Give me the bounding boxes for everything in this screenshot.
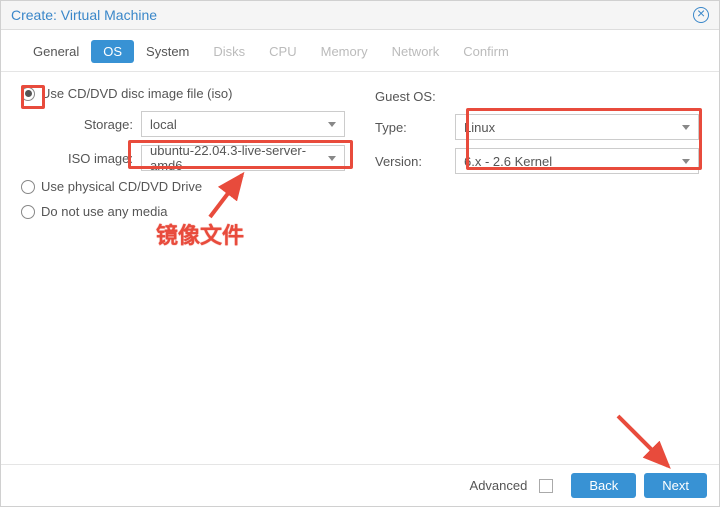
tab-system[interactable]: System: [134, 40, 201, 63]
storage-label: Storage:: [21, 117, 141, 132]
tab-network: Network: [380, 40, 452, 63]
radio-label-none: Do not use any media: [41, 204, 167, 219]
storage-row: Storage: local: [21, 111, 345, 137]
dialog-title: Create: Virtual Machine: [11, 7, 157, 23]
next-button[interactable]: Next: [644, 473, 707, 498]
radio-label-physical: Use physical CD/DVD Drive: [41, 179, 202, 194]
advanced-label: Advanced: [470, 478, 528, 493]
tab-os[interactable]: OS: [91, 40, 134, 63]
guest-os-label: Guest OS:: [375, 86, 699, 104]
chevron-down-icon: [328, 156, 336, 161]
wizard-tabs: General OS System Disks CPU Memory Netwo…: [1, 30, 719, 72]
tab-confirm: Confirm: [451, 40, 521, 63]
iso-select[interactable]: ubuntu-22.04.3-live-server-amd6: [141, 145, 345, 171]
tab-general[interactable]: General: [21, 40, 91, 63]
titlebar: Create: Virtual Machine: [1, 1, 719, 30]
radio-icon: [21, 180, 35, 194]
chevron-down-icon: [328, 122, 336, 127]
radio-use-none[interactable]: Do not use any media: [21, 204, 345, 219]
radio-icon: [21, 87, 35, 101]
type-select[interactable]: Linux: [455, 114, 699, 140]
dialog-footer: Advanced Back Next: [1, 464, 719, 506]
create-vm-dialog: Create: Virtual Machine General OS Syste…: [0, 0, 720, 507]
tab-cpu: CPU: [257, 40, 308, 63]
iso-value: ubuntu-22.04.3-live-server-amd6: [150, 143, 328, 173]
chevron-down-icon: [682, 159, 690, 164]
advanced-checkbox[interactable]: [539, 479, 553, 493]
close-icon[interactable]: [693, 7, 709, 23]
radio-use-iso[interactable]: Use CD/DVD disc image file (iso): [21, 86, 345, 101]
radio-label-iso: Use CD/DVD disc image file (iso): [41, 86, 232, 101]
tab-memory: Memory: [309, 40, 380, 63]
radio-icon: [21, 205, 35, 219]
type-row: Type: Linux: [375, 114, 699, 140]
right-column: Guest OS: Type: Linux Version: 6.x - 2.6…: [375, 86, 699, 450]
type-value: Linux: [464, 120, 495, 135]
storage-select[interactable]: local: [141, 111, 345, 137]
version-select[interactable]: 6.x - 2.6 Kernel: [455, 148, 699, 174]
radio-use-physical[interactable]: Use physical CD/DVD Drive: [21, 179, 345, 194]
back-button[interactable]: Back: [571, 473, 636, 498]
content-area: Use CD/DVD disc image file (iso) Storage…: [1, 72, 719, 464]
version-row: Version: 6.x - 2.6 Kernel: [375, 148, 699, 174]
chevron-down-icon: [682, 125, 690, 130]
iso-row: ISO image: ubuntu-22.04.3-live-server-am…: [21, 145, 345, 171]
tab-disks: Disks: [201, 40, 257, 63]
version-value: 6.x - 2.6 Kernel: [464, 154, 552, 169]
type-label: Type:: [375, 120, 455, 135]
left-column: Use CD/DVD disc image file (iso) Storage…: [21, 86, 345, 450]
storage-value: local: [150, 117, 177, 132]
version-label: Version:: [375, 154, 455, 169]
iso-label: ISO image:: [21, 151, 141, 166]
